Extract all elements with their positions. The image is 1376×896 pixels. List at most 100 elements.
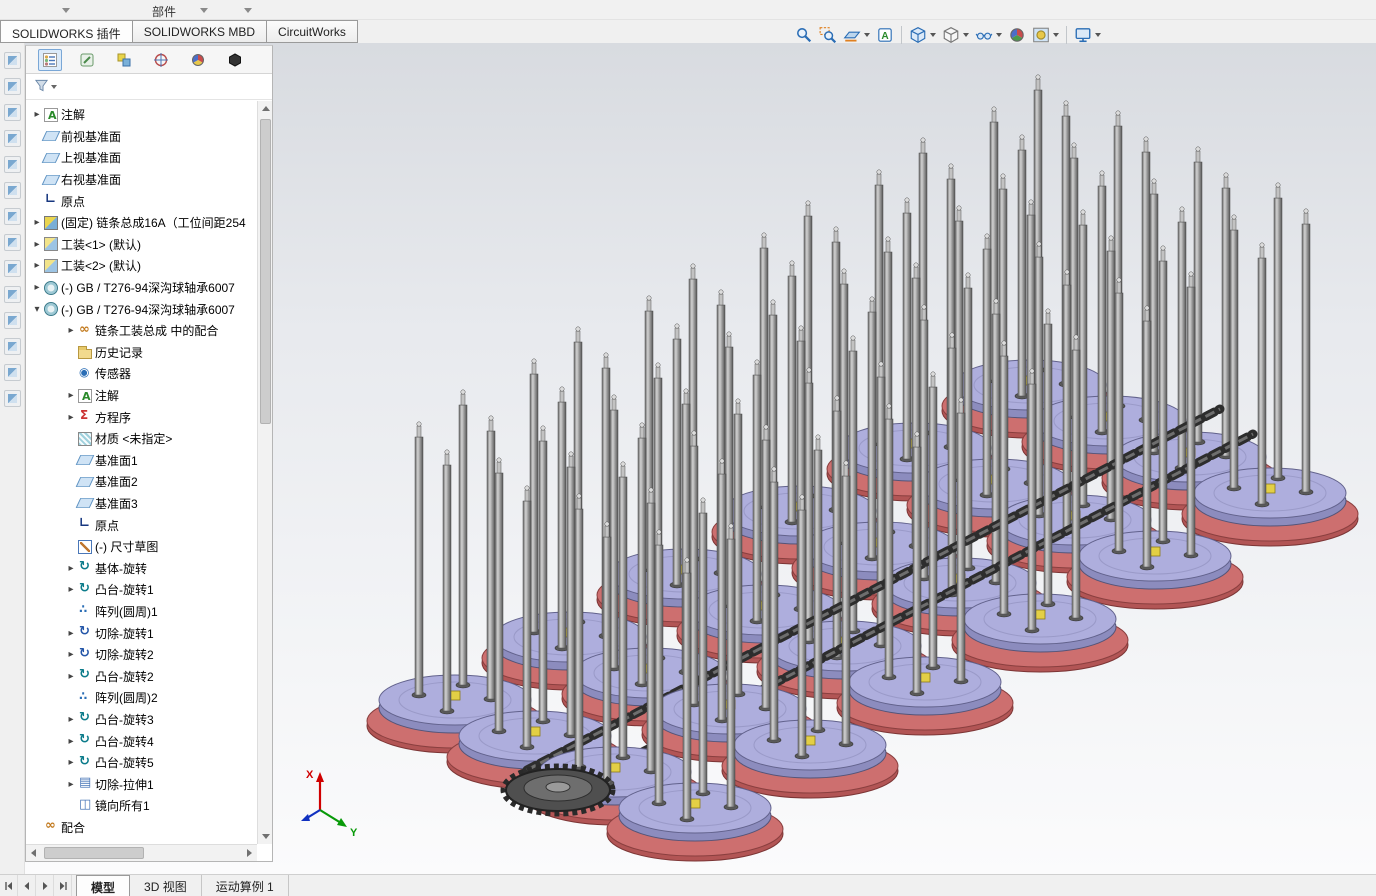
view-orientation-button[interactable]: [906, 23, 939, 47]
document-tab[interactable]: 模型: [76, 875, 131, 896]
tree-item[interactable]: 历史记录: [26, 342, 257, 364]
tree-item[interactable]: 右视基准面: [26, 169, 257, 191]
tree-item[interactable]: (-) 尺寸草图: [26, 536, 257, 558]
scroll-tabs-next-button[interactable]: [36, 875, 54, 896]
dimxpertmanager-tab[interactable]: [149, 49, 173, 71]
tree-item[interactable]: 传感器: [26, 363, 257, 385]
left-toolbar-icon[interactable]: [3, 208, 21, 225]
display-style-button[interactable]: [939, 23, 972, 47]
scrollbar-thumb[interactable]: [260, 119, 271, 424]
document-tab[interactable]: 3D 视图: [130, 875, 202, 896]
apply-scene-button[interactable]: [1029, 23, 1062, 47]
dropdown-caret-icon[interactable]: [1095, 33, 1101, 37]
menu-caret-icon[interactable]: [200, 8, 208, 13]
tree-vertical-scrollbar[interactable]: [257, 101, 272, 844]
tree-item[interactable]: 配合: [26, 817, 257, 839]
displaymanager-tab[interactable]: [186, 49, 210, 71]
dropdown-caret-icon[interactable]: [864, 33, 870, 37]
expand-icon[interactable]: ▸: [64, 774, 78, 795]
filter-funnel-icon[interactable]: [34, 78, 49, 96]
tree-item[interactable]: 基准面1: [26, 450, 257, 472]
left-toolbar-icon[interactable]: [3, 182, 21, 199]
tree-item[interactable]: ▸ 凸台-旋转2: [26, 665, 257, 687]
filter-dropdown-caret-icon[interactable]: [51, 84, 57, 89]
expand-icon[interactable]: ▸: [64, 623, 78, 644]
left-toolbar-icon[interactable]: [3, 364, 21, 381]
tree-item[interactable]: ▸ 凸台-旋转4: [26, 730, 257, 752]
scroll-left-icon[interactable]: [26, 845, 41, 860]
document-tab[interactable]: 运动算例 1: [202, 875, 289, 896]
tree-item[interactable]: ▸ (固定) 链条总成16A（工位间距254: [26, 212, 257, 234]
left-toolbar-icon[interactable]: [3, 260, 21, 277]
hide-show-items-button[interactable]: [972, 23, 1005, 47]
cam-tab[interactable]: [223, 49, 247, 71]
expand-icon[interactable]: ▸: [64, 407, 78, 428]
tree-item[interactable]: ▸ (-) GB / T276-94深沟球轴承6007: [26, 277, 257, 299]
expand-icon[interactable]: ▸: [64, 666, 78, 687]
expand-icon[interactable]: ▸: [30, 212, 44, 233]
zoom-fit-button[interactable]: [792, 23, 816, 47]
tree-item[interactable]: ▸ 切除-旋转1: [26, 622, 257, 644]
left-toolbar-icon[interactable]: [3, 312, 21, 329]
tree-item[interactable]: ▸ 凸台-旋转5: [26, 752, 257, 774]
annotation-view-button[interactable]: A: [873, 23, 897, 47]
menu-caret-icon[interactable]: [62, 8, 70, 13]
expand-icon[interactable]: ▸: [30, 234, 44, 255]
dropdown-caret-icon[interactable]: [963, 33, 969, 37]
left-toolbar-icon[interactable]: [3, 52, 21, 69]
scroll-tabs-prev-button[interactable]: [18, 875, 36, 896]
tree-item[interactable]: ▸ 基体-旋转: [26, 557, 257, 579]
zoom-area-button[interactable]: [816, 23, 840, 47]
expand-icon[interactable]: ▸: [64, 709, 78, 730]
scrollbar-thumb[interactable]: [44, 847, 144, 859]
scroll-right-icon[interactable]: [242, 845, 257, 860]
tree-item[interactable]: ▸ 注解: [26, 385, 257, 407]
tree-item[interactable]: 前视基准面: [26, 126, 257, 148]
configurationmanager-tab[interactable]: [112, 49, 136, 71]
tree-item[interactable]: ▸ 工装<1> (默认): [26, 234, 257, 256]
tree-item[interactable]: 上视基准面: [26, 147, 257, 169]
addin-tab[interactable]: CircuitWorks: [267, 20, 358, 43]
dropdown-caret-icon[interactable]: [1053, 33, 1059, 37]
tree-item[interactable]: 阵列(圆周)2: [26, 687, 257, 709]
tree-horizontal-scrollbar[interactable]: [26, 844, 257, 861]
tree-item[interactable]: ▸ 凸台-旋转3: [26, 709, 257, 731]
tree-item[interactable]: ▸ 方程序: [26, 406, 257, 428]
collapse-icon[interactable]: ▾: [30, 299, 44, 320]
expand-icon[interactable]: ▸: [64, 579, 78, 600]
tree-item[interactable]: ▸ 链条工装总成 中的配合: [26, 320, 257, 342]
scroll-down-icon[interactable]: [258, 829, 273, 844]
tree-item[interactable]: 原点: [26, 190, 257, 212]
scroll-up-icon[interactable]: [258, 101, 273, 116]
expand-icon[interactable]: ▸: [30, 255, 44, 276]
expand-icon[interactable]: ▸: [30, 277, 44, 298]
expand-icon[interactable]: ▸: [64, 385, 78, 406]
left-toolbar-icon[interactable]: [3, 390, 21, 407]
tree-item[interactable]: ▸ 凸台-旋转1: [26, 579, 257, 601]
left-toolbar-icon[interactable]: [3, 104, 21, 121]
view-settings-button[interactable]: [1071, 23, 1104, 47]
left-toolbar-icon[interactable]: [3, 78, 21, 95]
menu-caret-icon[interactable]: [244, 8, 252, 13]
tree-item[interactable]: 基准面3: [26, 493, 257, 515]
expand-icon[interactable]: ▸: [64, 731, 78, 752]
section-view-button[interactable]: [840, 23, 873, 47]
left-toolbar-icon[interactable]: [3, 286, 21, 303]
tree-item[interactable]: 原点: [26, 514, 257, 536]
tree-item[interactable]: 阵列(圆周)1: [26, 601, 257, 623]
left-toolbar-icon[interactable]: [3, 234, 21, 251]
featuremanager-tree-tab[interactable]: [38, 48, 62, 71]
scroll-tabs-last-button[interactable]: [54, 875, 72, 896]
propertymanager-tab[interactable]: [75, 49, 99, 71]
dropdown-caret-icon[interactable]: [996, 33, 1002, 37]
tree-item[interactable]: ▸ 注解: [26, 104, 257, 126]
tree-item[interactable]: ▾ (-) GB / T276-94深沟球轴承6007: [26, 298, 257, 320]
expand-icon[interactable]: ▸: [64, 320, 78, 341]
addin-tab[interactable]: SOLIDWORKS MBD: [132, 20, 268, 43]
tree-item[interactable]: ▸ 切除-旋转2: [26, 644, 257, 666]
tree-item[interactable]: 基准面2: [26, 471, 257, 493]
tree-item[interactable]: 材质 <未指定>: [26, 428, 257, 450]
expand-icon[interactable]: ▸: [64, 752, 78, 773]
tree-item[interactable]: ▸ 切除-拉伸1: [26, 773, 257, 795]
addin-tab[interactable]: SOLIDWORKS 插件: [0, 20, 133, 43]
